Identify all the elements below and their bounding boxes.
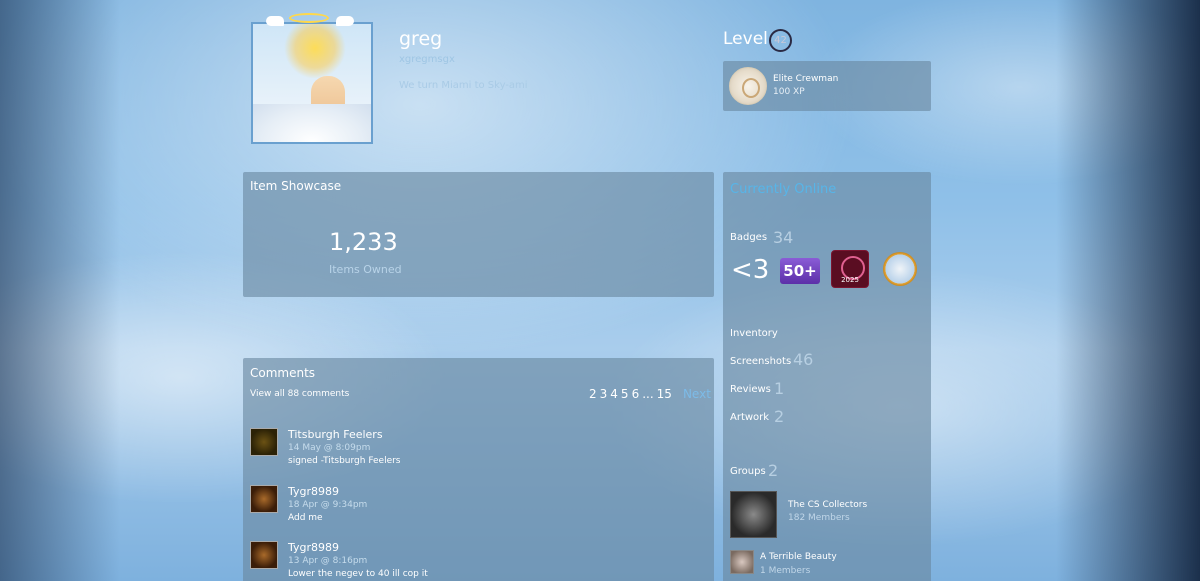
real-name: xgregmsgx bbox=[399, 54, 455, 65]
page-link[interactable]: 5 bbox=[621, 387, 629, 401]
group-avatar bbox=[730, 550, 754, 574]
group-name[interactable]: The CS Collectors bbox=[788, 500, 867, 510]
avatar-cloud bbox=[253, 104, 371, 142]
groups-count: 2 bbox=[768, 461, 779, 480]
page-link[interactable]: 6 bbox=[632, 387, 640, 401]
badges-count: 34 bbox=[773, 228, 794, 247]
comment-author[interactable]: Titsburgh Feelers bbox=[288, 428, 383, 441]
group-avatar bbox=[730, 491, 777, 538]
inventory-link[interactable]: Inventory bbox=[730, 328, 778, 339]
group-item[interactable]: A Terrible Beauty 1 Members bbox=[730, 550, 924, 580]
comment-author-avatar[interactable] bbox=[250, 428, 278, 456]
group-members: 1 Members bbox=[760, 566, 811, 576]
comment-item: Tygr8989 13 Apr @ 8:16pm Lower the negev… bbox=[250, 541, 710, 581]
page-link[interactable]: 4 bbox=[610, 387, 618, 401]
items-owned-count[interactable]: 1,233 bbox=[329, 228, 398, 256]
page-link[interactable]: 2 bbox=[589, 387, 597, 401]
profile-avatar[interactable] bbox=[251, 22, 373, 144]
comment-timestamp: 14 May @ 8:09pm bbox=[288, 443, 371, 453]
badge-year-label: 2025 bbox=[841, 276, 859, 284]
level-badge[interactable]: 42 bbox=[769, 29, 792, 52]
comments-title: Comments bbox=[250, 366, 316, 380]
badges-link[interactable]: Badges bbox=[730, 232, 767, 243]
group-name[interactable]: A Terrible Beauty bbox=[760, 552, 837, 562]
comment-text: signed -Titsburgh Feelers bbox=[288, 456, 401, 466]
online-status: Currently Online bbox=[730, 182, 837, 197]
comment-text: Add me bbox=[288, 513, 323, 523]
group-members: 182 Members bbox=[788, 513, 850, 523]
featured-badge-panel[interactable]: Elite Crewman 100 XP bbox=[723, 61, 931, 111]
view-all-comments-link[interactable]: View all 88 comments bbox=[250, 389, 349, 399]
screenshots-count: 46 bbox=[793, 350, 814, 369]
badge-community-icon[interactable] bbox=[883, 252, 917, 286]
comment-author[interactable]: Tygr8989 bbox=[288, 485, 339, 498]
groups-link[interactable]: Groups bbox=[730, 466, 766, 477]
comment-text: Lower the negev to 40 ill cop it bbox=[288, 569, 428, 579]
wing-left-icon bbox=[266, 16, 284, 26]
item-showcase: Item Showcase 1,233 Items Owned bbox=[243, 172, 714, 297]
badge-50-plus-icon[interactable]: 50+ bbox=[780, 258, 820, 284]
comment-timestamp: 18 Apr @ 9:34pm bbox=[288, 500, 368, 510]
comment-author-avatar[interactable] bbox=[250, 485, 278, 513]
artwork-link[interactable]: Artwork bbox=[730, 412, 769, 423]
comment-item: Tygr8989 18 Apr @ 9:34pm Add me bbox=[250, 485, 710, 525]
level-label: Level bbox=[723, 29, 768, 49]
reviews-link[interactable]: Reviews bbox=[730, 384, 771, 395]
halo-icon bbox=[289, 13, 329, 23]
group-item[interactable]: The CS Collectors 182 Members bbox=[730, 491, 924, 541]
featured-badge-xp: 100 XP bbox=[773, 87, 805, 97]
artwork-count: 2 bbox=[774, 407, 785, 426]
featured-badge-name: Elite Crewman bbox=[773, 74, 839, 84]
showcase-title: Item Showcase bbox=[250, 179, 342, 193]
items-owned-label: Items Owned bbox=[329, 263, 402, 276]
comments-pagination: 2 3 4 5 6 ... 15 Next bbox=[589, 387, 711, 401]
avatar-sunlight bbox=[283, 24, 347, 78]
profile-sidebar: Currently Online Badges 34 <3 50+ 2025 I… bbox=[723, 172, 931, 581]
page-link[interactable]: 3 bbox=[600, 387, 608, 401]
reviews-count: 1 bbox=[774, 379, 785, 398]
badge-steam-2025-icon[interactable]: 2025 bbox=[831, 250, 869, 288]
badge-heart-icon[interactable]: <3 bbox=[731, 252, 769, 288]
persona-name: greg bbox=[399, 28, 443, 50]
profile-summary: We turn Miami to Sky-ami bbox=[399, 80, 528, 91]
screenshots-link[interactable]: Screenshots bbox=[730, 356, 791, 367]
comment-author[interactable]: Tygr8989 bbox=[288, 541, 339, 554]
wing-right-icon bbox=[336, 16, 354, 26]
next-page-link[interactable]: Next bbox=[683, 387, 711, 401]
comments-panel: Comments View all 88 comments 2 3 4 5 6 … bbox=[243, 358, 714, 581]
elite-crewman-badge-icon bbox=[729, 67, 767, 105]
comment-author-avatar[interactable] bbox=[250, 541, 278, 569]
page-ellipsis: ... bbox=[642, 387, 654, 401]
comment-timestamp: 13 Apr @ 8:16pm bbox=[288, 556, 368, 566]
page-link[interactable]: 15 bbox=[657, 387, 672, 401]
comment-item: Titsburgh Feelers 14 May @ 8:09pm signed… bbox=[250, 428, 710, 468]
